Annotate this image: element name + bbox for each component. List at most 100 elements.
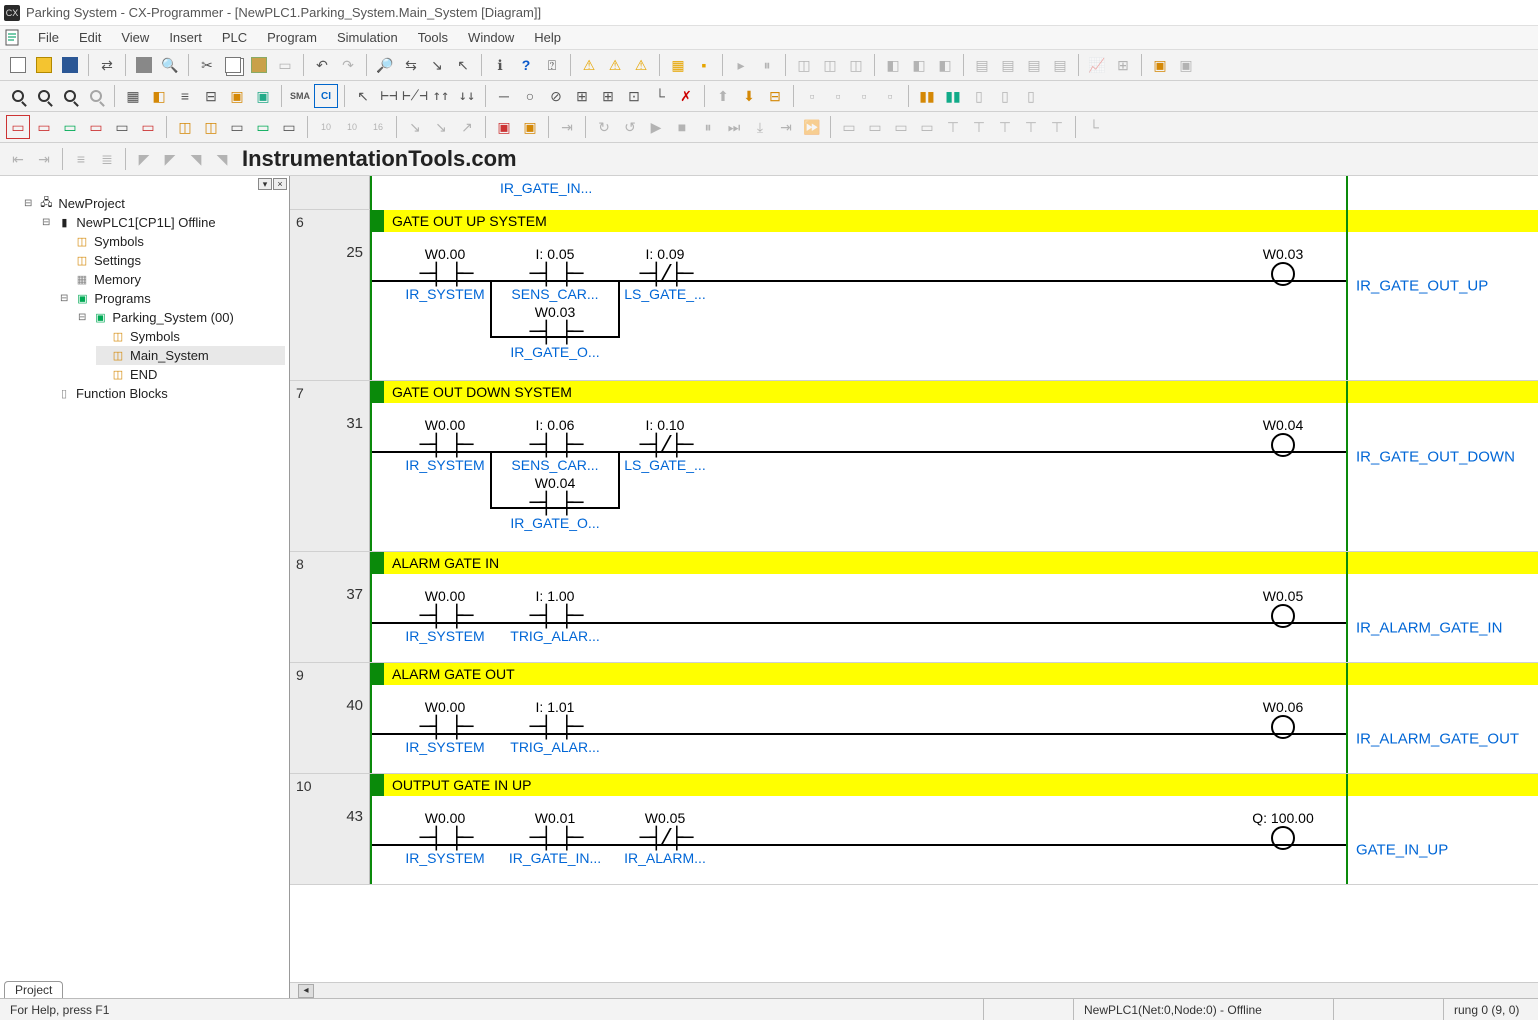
redo-button[interactable]: ↷ [336, 53, 360, 77]
editor-hscroll[interactable]: ◂ [290, 982, 1538, 998]
menu-insert[interactable]: Insert [159, 27, 212, 48]
dbg3-button[interactable]: ◧ [933, 53, 957, 77]
replace-button[interactable]: ⇆ [399, 53, 423, 77]
tree-plc[interactable]: ▮ NewPLC1[CP1L] Offline [42, 213, 285, 232]
g4-button[interactable]: ▭ [251, 115, 275, 139]
rung-row[interactable]: 9 40ALARM GATE OUT W0.00 ─┤ ├─ IR_SYSTEM… [290, 663, 1538, 774]
indent-left-button[interactable]: ⇤ [6, 147, 30, 171]
contact[interactable]: I: 0.10 ─┤/├─ LS_GATE_... [610, 417, 720, 473]
indent-right-button[interactable]: ⇥ [32, 147, 56, 171]
tree-function-blocks[interactable]: ▯Function Blocks [42, 384, 285, 403]
tri1-button[interactable]: ◤ [132, 147, 156, 171]
step-button[interactable]: ⤓ [748, 115, 772, 139]
scroll-left-icon[interactable]: ◂ [298, 984, 314, 998]
t9-button[interactable]: ⊤ [1045, 115, 1069, 139]
a1-button[interactable]: ↘ [403, 115, 427, 139]
contact-rise-button[interactable]: ↑↑ [429, 84, 453, 108]
mem3-button[interactable]: ▤ [1022, 53, 1046, 77]
dbgb-button[interactable]: ↺ [618, 115, 642, 139]
forward-button[interactable]: ⇥ [774, 115, 798, 139]
coil[interactable]: W0.03 [1228, 246, 1338, 286]
p4-button[interactable]: ▭ [84, 115, 108, 139]
tree-section-main[interactable]: ◫Main_System [96, 346, 285, 365]
contact[interactable]: W0.00 ─┤ ├─ IR_SYSTEM [390, 417, 500, 473]
delete-button[interactable]: ▭ [273, 53, 297, 77]
t6-button[interactable]: ⊤ [967, 115, 991, 139]
menu-view[interactable]: View [111, 27, 159, 48]
download-button[interactable]: ⬇ [737, 84, 761, 108]
m3-button[interactable]: ▫ [852, 84, 876, 108]
play-button[interactable]: ▶ [644, 115, 668, 139]
g5-button[interactable]: ▭ [277, 115, 301, 139]
contact[interactable]: I: 1.00 ─┤ ├─ TRIG_ALAR... [500, 588, 610, 644]
run-button[interactable]: ▸ [729, 53, 753, 77]
context-help-button[interactable]: ⍰ [540, 53, 564, 77]
t1-button[interactable]: ▭ [837, 115, 861, 139]
t7-button[interactable]: ⊤ [993, 115, 1017, 139]
mem1-button[interactable]: ▤ [970, 53, 994, 77]
next-button[interactable]: ⏭ [722, 115, 746, 139]
step3-button[interactable]: ◫ [844, 53, 868, 77]
tree-section-symbols[interactable]: ◫Symbols [96, 327, 285, 346]
print-button[interactable] [132, 53, 156, 77]
func2-button[interactable]: ⊞ [596, 84, 620, 108]
step2-button[interactable]: ◫ [818, 53, 842, 77]
pause-button[interactable]: ⏸ [755, 53, 779, 77]
zoom-out-button[interactable] [58, 84, 82, 108]
save-button[interactable] [58, 53, 82, 77]
xref5-button[interactable]: ▣ [251, 84, 275, 108]
a2-button[interactable]: ↘ [429, 115, 453, 139]
tri4-button[interactable]: ◥ [210, 147, 234, 171]
paste-button[interactable] [247, 53, 271, 77]
t4-button[interactable]: ▭ [915, 115, 939, 139]
rung-row[interactable]: 10 43OUTPUT GATE IN UP W0.00 ─┤ ├─ IR_SY… [290, 774, 1538, 885]
del-line-button[interactable]: ✗ [674, 84, 698, 108]
warn1-button[interactable]: ⚠ [577, 53, 601, 77]
contact-nc-button[interactable]: ⊬⊣ [403, 84, 427, 108]
menu-plc[interactable]: PLC [212, 27, 257, 48]
dbg1-button[interactable]: ◧ [881, 53, 905, 77]
online-button[interactable]: ▦ [666, 53, 690, 77]
coil-button[interactable]: ○ [518, 84, 542, 108]
coil[interactable]: W0.06 [1228, 699, 1338, 739]
t3-button[interactable]: ▭ [889, 115, 913, 139]
m1-button[interactable]: ▫ [800, 84, 824, 108]
contact[interactable]: W0.00 ─┤ ├─ IR_SYSTEM [390, 810, 500, 866]
p2-button[interactable]: ▭ [32, 115, 56, 139]
p1-button[interactable]: ▭ [6, 115, 30, 139]
func-button[interactable]: ⊞ [570, 84, 594, 108]
open-button[interactable] [32, 53, 56, 77]
sim1-button[interactable]: ▣ [492, 115, 516, 139]
menu-help[interactable]: Help [524, 27, 571, 48]
coil[interactable]: Q: 100.00 [1228, 810, 1338, 850]
help-button[interactable]: ? [514, 53, 538, 77]
zoom-reset-button[interactable] [84, 84, 108, 108]
watch-button[interactable]: ⊞ [1111, 53, 1135, 77]
xref2-button[interactable]: ≡ [173, 84, 197, 108]
tree-settings[interactable]: ◫Settings [60, 251, 285, 270]
contact[interactable]: I: 1.01 ─┤ ├─ TRIG_ALAR... [500, 699, 610, 755]
hline-button[interactable]: ─ [492, 84, 516, 108]
g3-button[interactable]: ▭ [225, 115, 249, 139]
menu-window[interactable]: Window [458, 27, 524, 48]
skip-button[interactable]: ⏩ [800, 115, 824, 139]
io1-button[interactable]: ▮▮ [915, 84, 939, 108]
menu-tools[interactable]: Tools [408, 27, 458, 48]
contact[interactable]: I: 0.09 ─┤/├─ LS_GATE_... [610, 246, 720, 302]
info-button[interactable]: ℹ [488, 53, 512, 77]
xref1-button[interactable]: ◧ [147, 84, 171, 108]
contact-fall-button[interactable]: ↓↓ [455, 84, 479, 108]
io2-button[interactable]: ▮▮ [941, 84, 965, 108]
xref4-button[interactable]: ▣ [225, 84, 249, 108]
sim-start-button[interactable]: ▣ [1148, 53, 1172, 77]
undo-button[interactable]: ↶ [310, 53, 334, 77]
tree-section-end[interactable]: ◫END [96, 365, 285, 384]
r16-button[interactable]: 16 [366, 115, 390, 139]
coil[interactable]: W0.04 [1228, 417, 1338, 457]
contact[interactable]: W0.00 ─┤ ├─ IR_SYSTEM [390, 588, 500, 644]
m2-button[interactable]: ▫ [826, 84, 850, 108]
transfer-button[interactable]: ▪ [692, 53, 716, 77]
t10-button[interactable]: └ [1082, 115, 1106, 139]
p6-button[interactable]: ▭ [136, 115, 160, 139]
contact[interactable]: W0.00 ─┤ ├─ IR_SYSTEM [390, 246, 500, 302]
